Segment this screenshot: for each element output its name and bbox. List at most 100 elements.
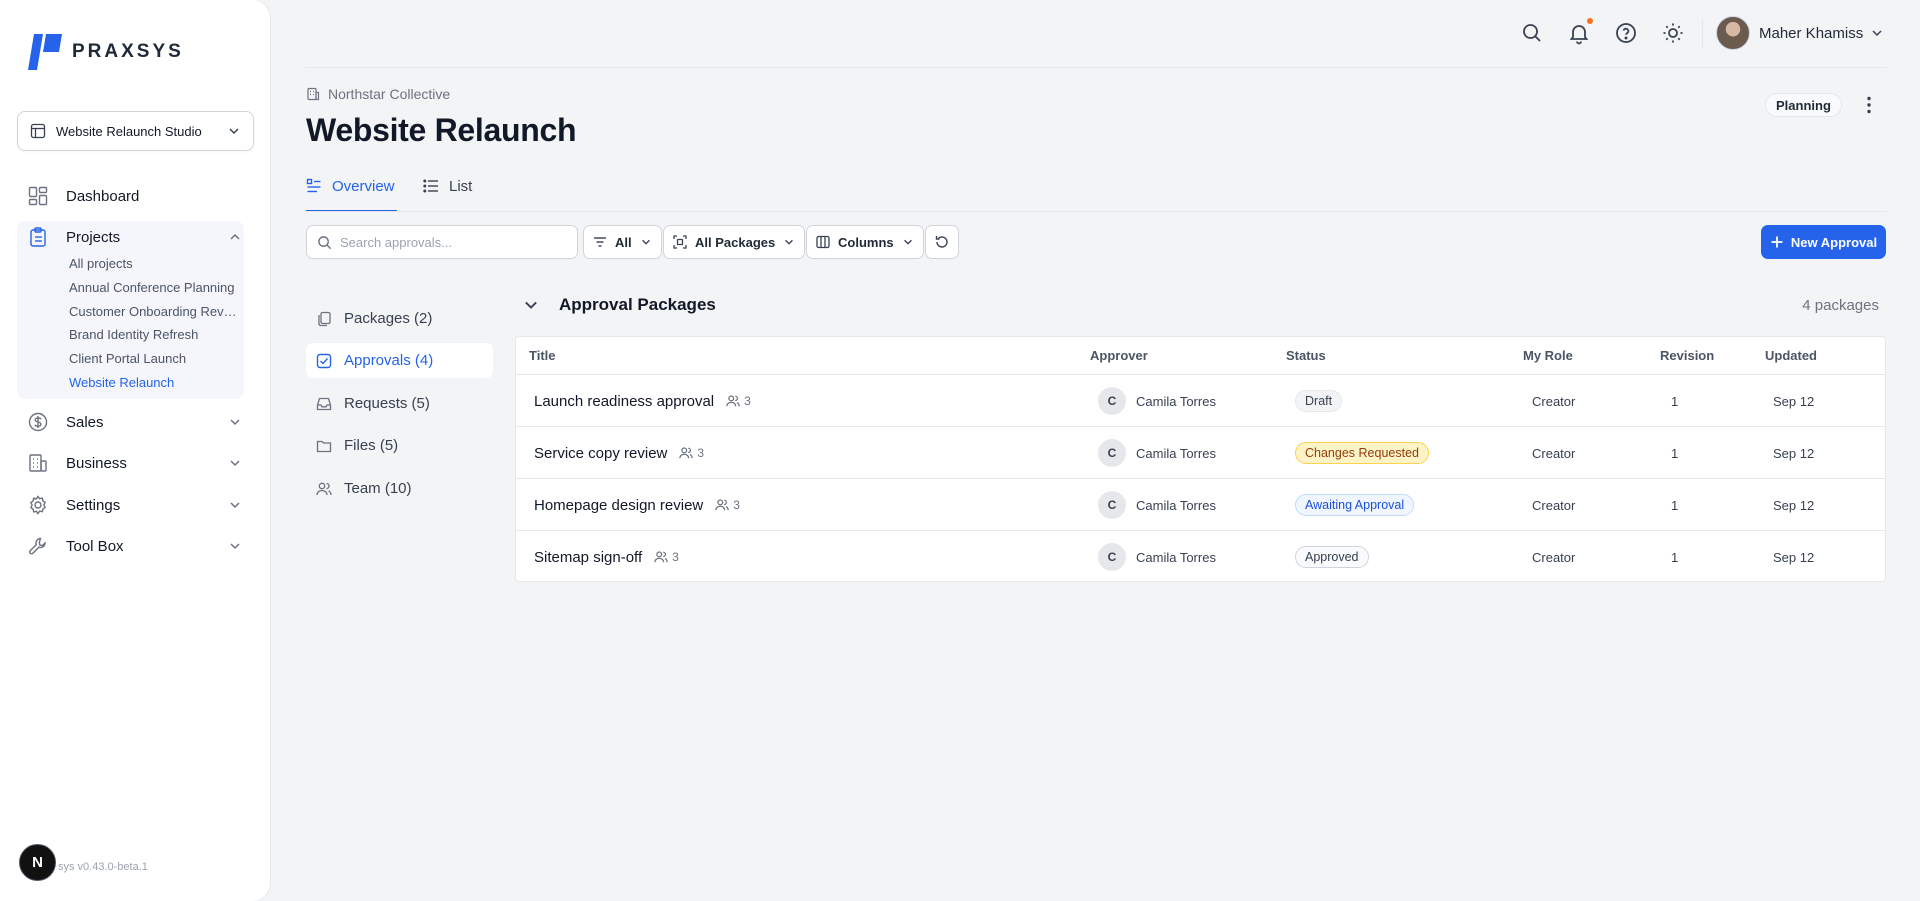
sidebar-item-dashboard[interactable]: Dashboard (28, 180, 242, 212)
subnav-label: Team (10) (344, 480, 412, 497)
status-badge: Approved (1295, 546, 1369, 568)
notifications-button[interactable] (1567, 21, 1591, 45)
brand-name: PRAXSYS (72, 41, 184, 62)
dev-tools-badge[interactable]: N (19, 844, 56, 881)
tab-overview[interactable]: Overview (306, 178, 397, 212)
approvals-table: Title Approver Status My Role Revision U… (515, 336, 1886, 582)
approval-title[interactable]: Service copy review (534, 445, 667, 462)
sidebar-item-label: Sales (66, 413, 104, 431)
sidebar-subitem-project[interactable]: Client Portal Launch (69, 351, 241, 366)
sidebar-item-business[interactable]: Business (28, 447, 242, 479)
users-icon (726, 395, 740, 407)
sidebar-item-sales[interactable]: Sales (28, 406, 242, 438)
user-menu[interactable]: Maher Khamiss (1716, 16, 1884, 50)
sidebar-subitem-project[interactable]: Brand Identity Refresh (69, 327, 241, 342)
sidebar-subitem-project[interactable]: Annual Conference Planning (69, 280, 241, 295)
subnav-requests[interactable]: Requests (5) (306, 386, 493, 421)
sidebar-subitem-all-projects[interactable]: All projects (69, 256, 241, 271)
subnav-packages[interactable]: Packages (2) (306, 301, 493, 336)
approver-name: Camila Torres (1136, 549, 1216, 565)
overview-icon (306, 178, 321, 193)
filter-label: All (615, 234, 632, 250)
filter-all-dropdown[interactable]: All (583, 225, 662, 259)
bell-icon (1569, 25, 1589, 45)
packages-filter-dropdown[interactable]: All Packages (663, 225, 806, 259)
users-icon (715, 499, 730, 511)
new-approval-label: New Approval (1790, 234, 1878, 250)
subnav-team[interactable]: Team (10) (306, 471, 493, 506)
workspace-label: Website Relaunch Studio (56, 123, 202, 139)
brand-logo[interactable]: PRAXSYS (26, 34, 184, 70)
sidebar-item-projects[interactable]: Projects (28, 221, 242, 253)
table-row[interactable]: Launch readiness approval 3 C Camila Tor… (516, 375, 1885, 427)
grid-icon (28, 186, 48, 206)
revision-text: 1 (1671, 393, 1679, 409)
workspace-selector[interactable]: Website Relaunch Studio (17, 111, 254, 151)
subnav-files[interactable]: Files (5) (306, 428, 493, 463)
packages-filter-label: All Packages (695, 234, 776, 250)
topbar-divider-line (305, 67, 1887, 68)
refresh-button[interactable] (925, 225, 959, 259)
refresh-icon (935, 236, 948, 248)
role-text: Creator (1532, 497, 1576, 513)
inbox-icon (316, 397, 332, 410)
columns-dropdown[interactable]: Columns (806, 225, 924, 259)
chevron-down-icon (903, 239, 912, 245)
users-icon (654, 551, 668, 563)
chevron-down-icon (229, 128, 239, 135)
column-header-approver[interactable]: Approver (1090, 348, 1148, 363)
sidebar-item-settings[interactable]: Settings (28, 489, 242, 521)
search-button[interactable] (1520, 21, 1544, 45)
users-icon (316, 482, 332, 495)
sidebar-item-toolbox[interactable]: Tool Box (28, 530, 242, 562)
subnav-label: Approvals (4) (344, 352, 434, 369)
tab-label: List (449, 178, 473, 195)
table-row[interactable]: Homepage design review 3 C Camila Torres… (516, 479, 1885, 531)
tabs-divider (305, 211, 1887, 212)
updated-text: Sep 12 (1773, 393, 1815, 409)
tab-label: Overview (332, 178, 395, 195)
subnav-label: Files (5) (344, 437, 399, 454)
sidebar-subitem-active-project[interactable]: Website Relaunch (69, 375, 241, 390)
approver-avatar: C (1098, 543, 1126, 571)
table-row[interactable]: Service copy review 3 C Camila Torres Ch… (516, 427, 1885, 479)
column-header-updated[interactable]: Updated (1765, 348, 1817, 363)
package-count: 4 packages (1802, 297, 1879, 314)
breadcrumb-organization: Northstar Collective (328, 86, 451, 102)
subnav-approvals[interactable]: Approvals (4) (306, 343, 493, 378)
help-button[interactable] (1614, 21, 1638, 45)
approval-title[interactable]: Sitemap sign-off (534, 549, 642, 566)
breadcrumb[interactable]: Northstar Collective (306, 86, 450, 102)
theme-toggle-button[interactable] (1661, 21, 1685, 45)
new-approval-button[interactable]: New Approval (1761, 225, 1886, 259)
notification-dot (1587, 18, 1593, 24)
approval-title[interactable]: Launch readiness approval (534, 393, 714, 410)
approver-name: Camila Torres (1136, 497, 1216, 513)
search-input[interactable] (340, 234, 560, 250)
collapse-section-button[interactable] (522, 296, 540, 314)
sidebar-subitem-project[interactable]: Customer Onboarding Revamp (69, 304, 241, 319)
updated-text: Sep 12 (1773, 445, 1815, 461)
column-header-revision[interactable]: Revision (1660, 348, 1714, 363)
approver-avatar: C (1098, 491, 1126, 519)
role-text: Creator (1532, 445, 1576, 461)
sun-icon (1663, 23, 1683, 43)
page-title: Website Relaunch (306, 112, 577, 148)
approver-avatar: C (1098, 387, 1126, 415)
column-header-status[interactable]: Status (1286, 348, 1326, 363)
chevron-down-icon (230, 543, 240, 550)
column-header-role[interactable]: My Role (1523, 348, 1573, 363)
members-count-value: 3 (744, 394, 751, 408)
columns-icon (816, 235, 830, 249)
tab-list[interactable]: List (423, 178, 472, 212)
members-count: 3 (679, 446, 704, 460)
avatar (1716, 16, 1750, 50)
chevron-down-icon (230, 502, 240, 509)
column-header-title[interactable]: Title (529, 348, 556, 363)
approval-title[interactable]: Homepage design review (534, 497, 703, 514)
more-actions-button[interactable] (1857, 93, 1881, 117)
wrench-icon (29, 537, 46, 555)
sidebar-item-label: Projects (66, 228, 121, 246)
table-row[interactable]: Sitemap sign-off 3 C Camila Torres Appro… (516, 531, 1885, 583)
folder-icon (316, 440, 332, 452)
